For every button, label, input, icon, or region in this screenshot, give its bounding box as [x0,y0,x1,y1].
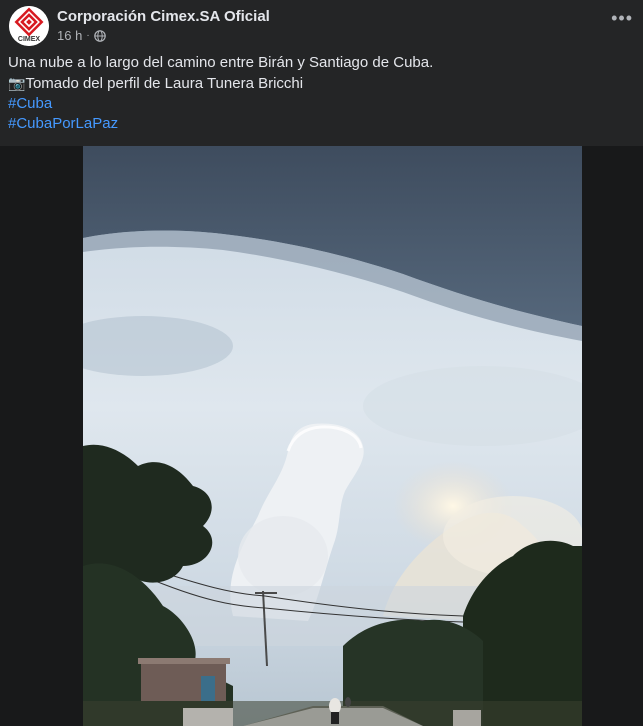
globe-icon[interactable] [93,29,106,42]
page-avatar[interactable]: CIMEX [9,6,49,46]
avatar-brand-text: CIMEX [18,36,41,43]
post-time[interactable]: 16 h [57,28,82,43]
hashtag-cubaporlapaz[interactable]: #CubaPorLaPaz [8,114,628,134]
post-media [0,146,643,726]
cimex-logo-icon: CIMEX [9,6,49,46]
facebook-post: CIMEX Corporación Cimex.SA Oficial 16 h … [0,0,643,726]
caption-credit: Tomado del perfil de Laura Tunera Bricch… [25,75,304,92]
page-name-link[interactable]: Corporación Cimex.SA Oficial [57,8,270,25]
post-photo[interactable] [83,146,582,726]
post-caption: Una nube a lo largo del camino entre Bir… [8,53,628,134]
camera-icon: 📷 [8,75,26,91]
post-header: CIMEX Corporación Cimex.SA Oficial 16 h … [0,0,643,52]
caption-line-1: Una nube a lo largo del camino entre Bir… [8,54,434,71]
cloud-photo-image [83,146,582,726]
post-meta: 16 h · [57,28,106,43]
more-dots-icon[interactable]: ••• [611,8,633,29]
meta-separator: · [86,30,90,41]
caption-line-2: 📷Tomado del perfil de Laura Tunera Bricc… [8,73,628,94]
hashtag-cuba[interactable]: #Cuba [8,94,628,114]
